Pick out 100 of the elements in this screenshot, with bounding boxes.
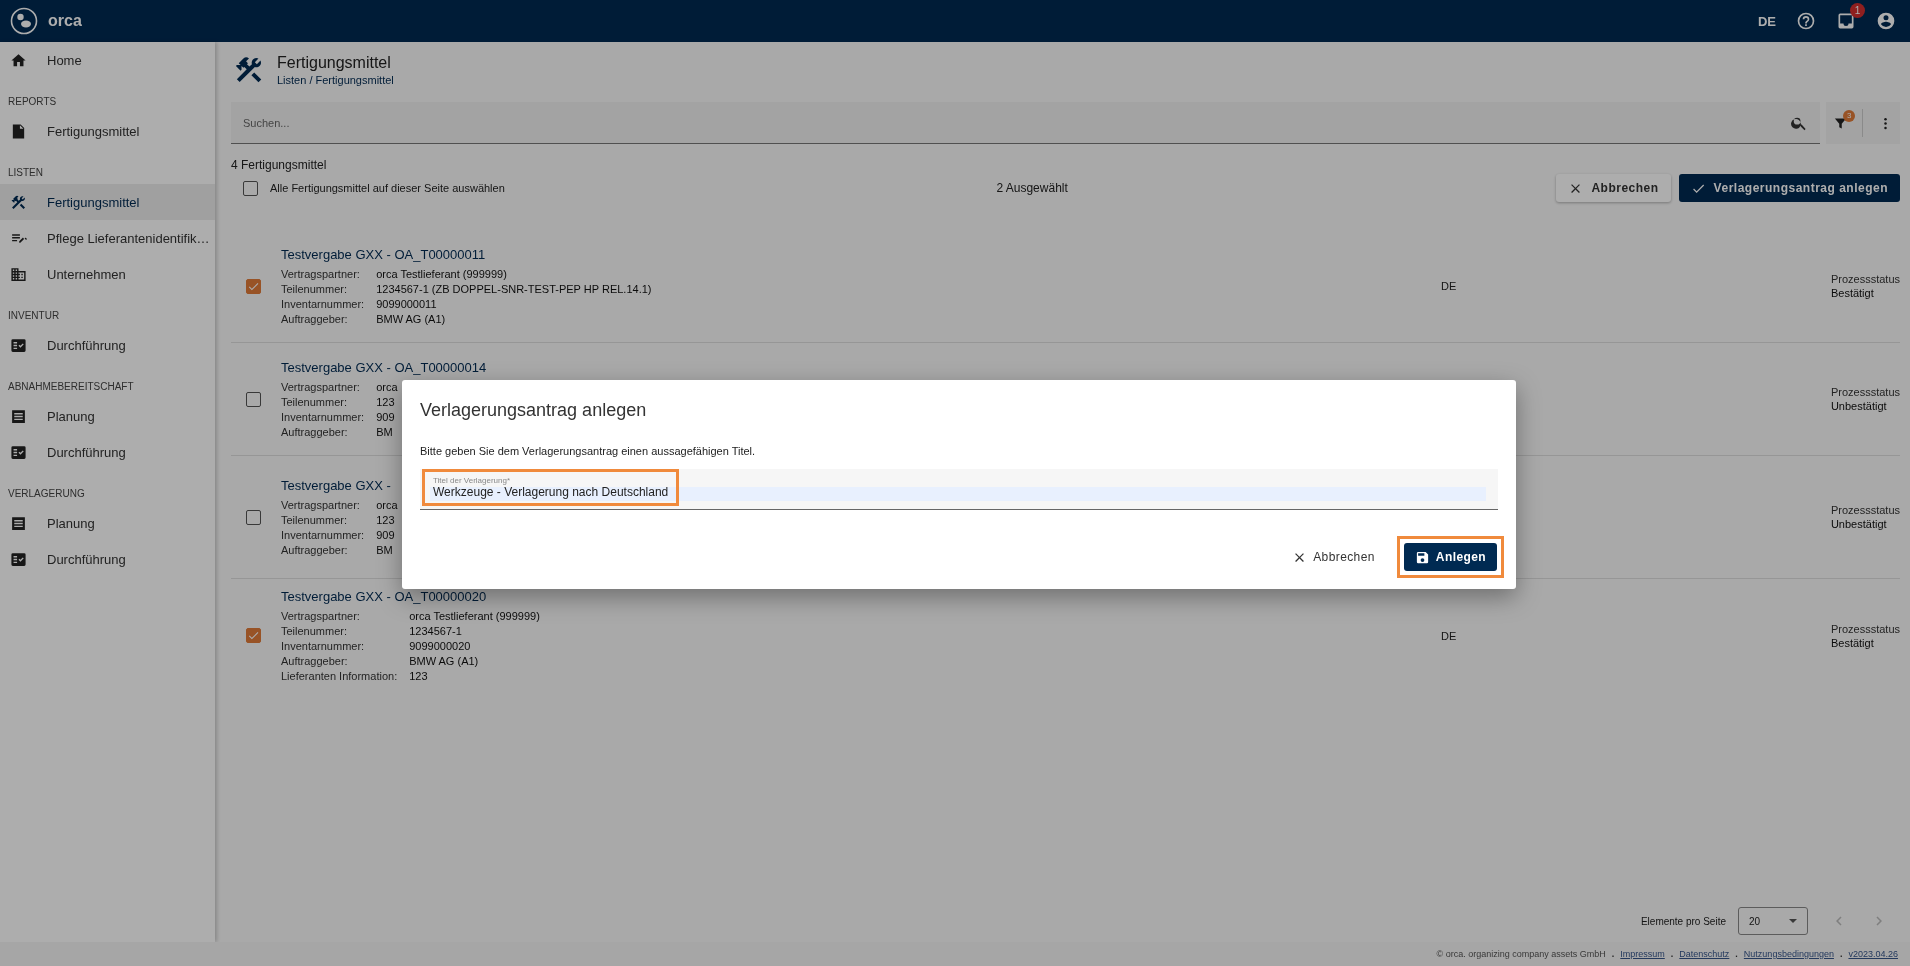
status-value: Bestätigt [1830, 287, 1875, 299]
page-title: Fertigungsmittel [277, 54, 392, 72]
field-value: 1234567-1 (ZB DOPPEL-SNR-TEST-PEP HP REL.14.1) [376, 283, 652, 295]
checkbox[interactable] [246, 509, 261, 525]
field-label: Auftraggeber: [281, 313, 349, 325]
field-label: Auftraggeber: [281, 544, 349, 556]
field-value: BM [376, 544, 394, 556]
separator: . [1839, 949, 1843, 959]
field-label: Teilenummer: [281, 396, 349, 408]
field-label: Inventarnummer: [281, 411, 365, 423]
field-value: 909 [376, 529, 396, 541]
checkbox[interactable] [246, 391, 261, 407]
section-heading: LISTEN [7, 166, 44, 180]
field-value: 123 [409, 670, 429, 682]
separator: . [1611, 949, 1615, 959]
checklist-icon [10, 336, 27, 354]
country-code: DE [1440, 280, 1457, 292]
sidebar-item[interactable]: Fertigungsmittel [0, 113, 215, 149]
footer-link[interactable]: Nutzungsbedingungen [1743, 949, 1834, 959]
section-heading: ABNAHMEBEREITSCHAFT [7, 380, 135, 394]
help-icon[interactable] [1796, 11, 1816, 31]
section-heading: REPORTS [7, 95, 58, 109]
status-label: Prozessstatus [1830, 386, 1900, 398]
section-heading: VERLAGERUNG [7, 487, 86, 501]
page-size-select[interactable]: 20 [1738, 907, 1808, 935]
sidebar-item[interactable]: Planung [0, 505, 215, 541]
field-value: 1234567-1 [409, 625, 463, 637]
field-label: Lieferanten Information: [281, 670, 398, 682]
building-icon [10, 265, 27, 283]
cancel-button[interactable]: Abbrechen [1281, 543, 1386, 571]
field-value: 9099000011 [376, 298, 438, 310]
field-value: 9099000020 [409, 640, 472, 652]
logo-icon [10, 7, 38, 35]
field-label: Inventarnummer: [281, 640, 366, 652]
status-value: Bestätigt [1830, 636, 1875, 649]
save-icon [1414, 549, 1430, 565]
sidebar-item[interactable]: Durchführung [0, 541, 215, 577]
field-value: orca Testlieferant (999999) [376, 268, 508, 280]
item-title[interactable]: Testvergabe GXX - OA_T00000014 [281, 360, 1441, 375]
sidebar-item[interactable]: Unternehmen [0, 256, 215, 292]
breadcrumb[interactable]: Listen / Fertigungsmittel [277, 74, 394, 86]
footer-link[interactable]: v2023.04.26 [1848, 949, 1898, 959]
status-label: Prozessstatus [1830, 273, 1900, 285]
dialog-text: Bitte geben Sie dem Verlagerungsantrag einen aussagefähigen Titel. [420, 445, 757, 457]
account-icon[interactable] [1876, 11, 1896, 31]
footer-link[interactable]: Impressum [1620, 949, 1665, 959]
filter-badge: 3 [1843, 109, 1856, 122]
save-button[interactable]: Anlegen [1403, 543, 1497, 571]
item-title[interactable]: Testvergabe GXX - OA_T00000011 [281, 247, 1441, 262]
field-label: Teilenummer: [281, 514, 349, 526]
checklist-icon [10, 443, 27, 461]
field-label: Auftraggeber: [281, 426, 349, 438]
status-label: Prozessstatus [1830, 622, 1900, 635]
field-label: Auftraggeber: [281, 655, 349, 667]
field-value: orca [376, 381, 398, 393]
field-value: BMW AG (A1) [376, 313, 447, 325]
section-heading: INVENTUR [7, 309, 61, 323]
sidebar-item[interactable]: Planung [0, 398, 215, 434]
field-value: orca [376, 499, 398, 511]
country-code: DE [1440, 629, 1457, 642]
footer-link[interactable]: Datenschutz [1679, 949, 1730, 959]
notification-badge: 1 [1850, 3, 1865, 18]
separator: . [1670, 949, 1674, 959]
checkbox[interactable] [246, 278, 261, 294]
create-button[interactable]: Verlagerungsantrag anlegen [1678, 174, 1900, 202]
checkbox[interactable] [246, 628, 261, 643]
brand-name: orca [48, 12, 82, 30]
field-value: BMW AG (A1) [409, 655, 480, 667]
home-icon [10, 51, 27, 69]
cancel-button[interactable]: Abbrechen [1556, 174, 1671, 202]
selection-count: 2 Ausgewählt [996, 181, 1069, 195]
item-title[interactable]: Testvergabe GXX - OA_T00000020 [281, 589, 1441, 604]
caret-icon [1789, 919, 1797, 923]
status-value: Unbestätigt [1830, 518, 1888, 530]
sidebar-item[interactable]: Home [0, 42, 215, 78]
field-label: Vertragspartner: [281, 499, 361, 511]
inbox-icon[interactable] [1836, 11, 1856, 31]
sidebar-item[interactable]: Durchführung [0, 434, 215, 470]
sidebar-item[interactable]: Pflege Lieferantenidentifik… [0, 220, 215, 256]
document-icon [10, 122, 27, 140]
sidebar-item[interactable]: Durchführung [0, 327, 215, 363]
result-count: 4 Fertigungsmittel [231, 158, 328, 172]
field-label: Vertragspartner: [281, 268, 361, 280]
page-size-label: Elemente pro Seite [1640, 915, 1726, 927]
status-value: Unbestätigt [1830, 400, 1888, 412]
field-value: orca Testlieferant (999999) [409, 610, 540, 622]
checkbox[interactable] [243, 180, 258, 196]
copyright-text: © orca. organizing company assets GmbH [1436, 949, 1606, 959]
language-button[interactable]: DE [1757, 13, 1776, 29]
field-value: BM [376, 426, 394, 438]
search-field[interactable]: Suchen... [231, 102, 1820, 144]
dialog-title: Verlagerungsantrag anlegen [420, 400, 648, 421]
list-icon [10, 514, 27, 532]
field-label: Inventarnummer: [281, 298, 365, 310]
status-label: Prozessstatus [1830, 504, 1900, 516]
field-label: Teilenummer: [281, 283, 349, 295]
sidebar-item[interactable]: Fertigungsmittel [0, 184, 215, 220]
title-input-field[interactable]: Titel der Verlagerung* Werkzeuge - Verlagerung nach Deutschland [420, 469, 1498, 510]
list-icon [10, 407, 27, 425]
tools-icon [10, 193, 27, 211]
